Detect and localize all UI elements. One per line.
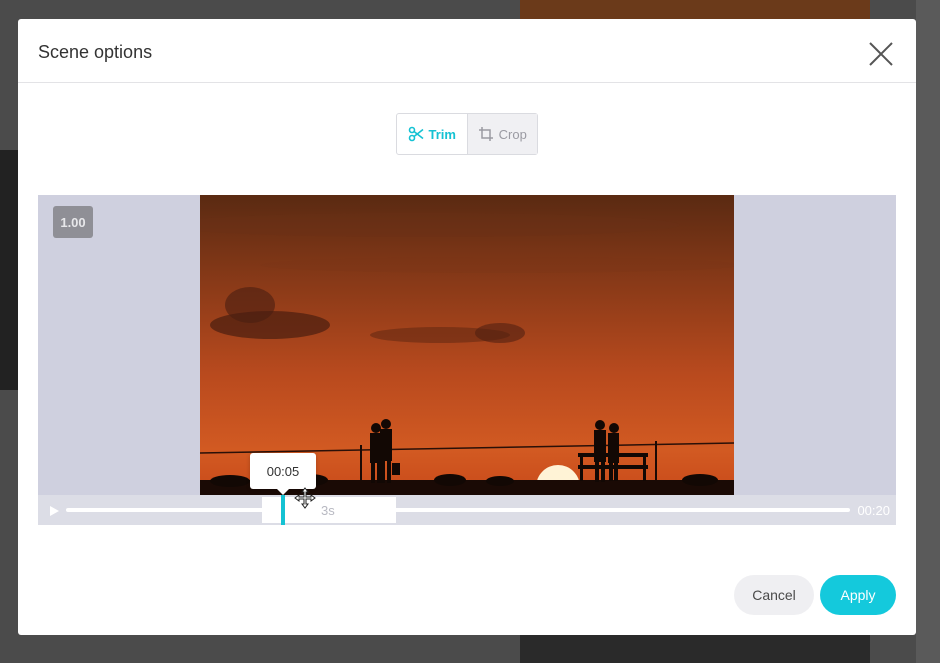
trim-start-handle[interactable] [281,495,285,525]
player-controls: 3s 00:20 00:05 [38,453,896,525]
play-icon [50,506,59,516]
crop-icon [478,127,493,141]
total-duration-label: 00:20 [857,503,890,518]
video-frame [200,195,734,495]
background-thumbnail-bottom [520,635,870,663]
trim-crop-tabs: Trim Crop [396,113,538,155]
scene-options-modal: Scene options Trim Crop 1.00 3s 00:20 00… [18,19,916,635]
move-cursor-icon [294,487,316,514]
cancel-button[interactable]: Cancel [734,575,814,615]
modal-footer: Cancel Apply [734,575,896,615]
close-button[interactable] [868,41,894,67]
timeline-track[interactable] [66,508,850,512]
time-tooltip: 00:05 [250,453,316,495]
modal-title: Scene options [38,42,153,62]
playback-speed-badge[interactable]: 1.00 [53,206,93,238]
tab-crop[interactable]: Crop [466,114,537,154]
tab-crop-label: Crop [498,126,527,142]
background-panel-right [916,0,940,663]
scissors-icon [408,126,424,142]
modal-header: Scene options [18,19,916,83]
background-thumbnail-top [520,0,870,19]
apply-button[interactable]: Apply [820,575,896,615]
play-button[interactable] [48,504,60,522]
tab-trim[interactable]: Trim [397,114,467,154]
tab-trim-label: Trim [428,126,456,142]
video-player: 1.00 3s 00:20 00:05 [38,195,896,525]
close-icon [869,42,893,66]
sunset-video-image [200,195,734,495]
background-panel-left [0,150,18,390]
trim-duration-label: 3s [321,503,335,518]
